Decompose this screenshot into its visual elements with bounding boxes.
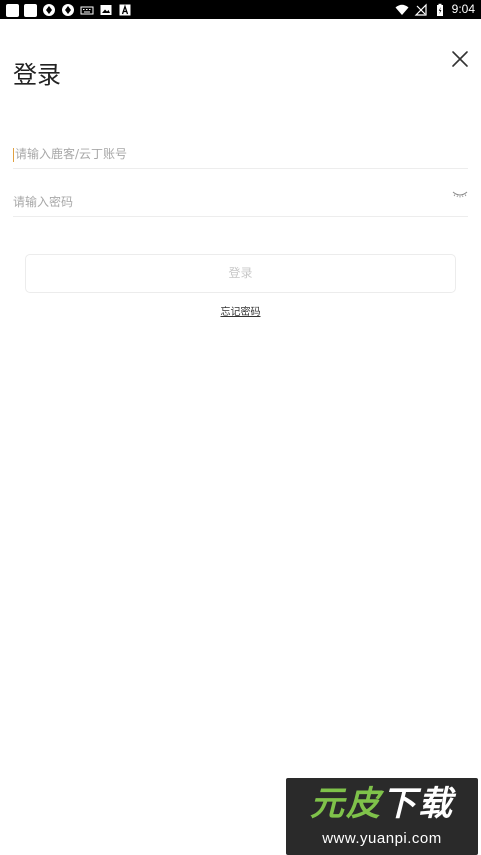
aperture-icon (62, 4, 74, 16)
login-button[interactable]: 登录 (25, 254, 456, 293)
aperture-icon (43, 4, 55, 16)
notification-app-icon (6, 3, 19, 17)
battery-icon (436, 3, 443, 16)
watermark-brand: 元皮下载 (286, 784, 478, 824)
notification-app-icon (24, 3, 37, 17)
status-bar: 9:04 (0, 0, 481, 19)
clock: 9:04 (451, 2, 475, 16)
watermark-brand-part2: 下载 (382, 784, 454, 824)
wifi-icon (395, 4, 409, 15)
watermark-brand-part1: 元皮 (310, 784, 382, 824)
account-field (13, 142, 468, 169)
font-a-icon (119, 4, 131, 16)
system-status: 9:04 (395, 2, 475, 17)
keyboard-icon (80, 6, 94, 15)
password-input[interactable] (13, 190, 443, 214)
page-title: 登录 (13, 61, 61, 90)
account-input[interactable] (13, 142, 445, 166)
forgot-password-row: 忘记密码 (0, 306, 481, 320)
notification-icons (6, 3, 132, 17)
watermark-logo: 元皮下载 www.yuanpi.com (286, 778, 478, 855)
no-signal-icon (414, 3, 427, 16)
image-icon (100, 5, 112, 15)
eye-closed-icon[interactable] (452, 190, 468, 200)
close-icon[interactable] (448, 47, 472, 71)
forgot-password-link[interactable]: 忘记密码 (221, 307, 261, 318)
password-field (13, 190, 468, 217)
text-cursor (13, 148, 14, 162)
watermark-url: www.yuanpi.com (322, 830, 442, 847)
login-screen: 9:04 登录 登录 忘记密码 元皮下载 www.yuanpi.com (0, 0, 481, 855)
